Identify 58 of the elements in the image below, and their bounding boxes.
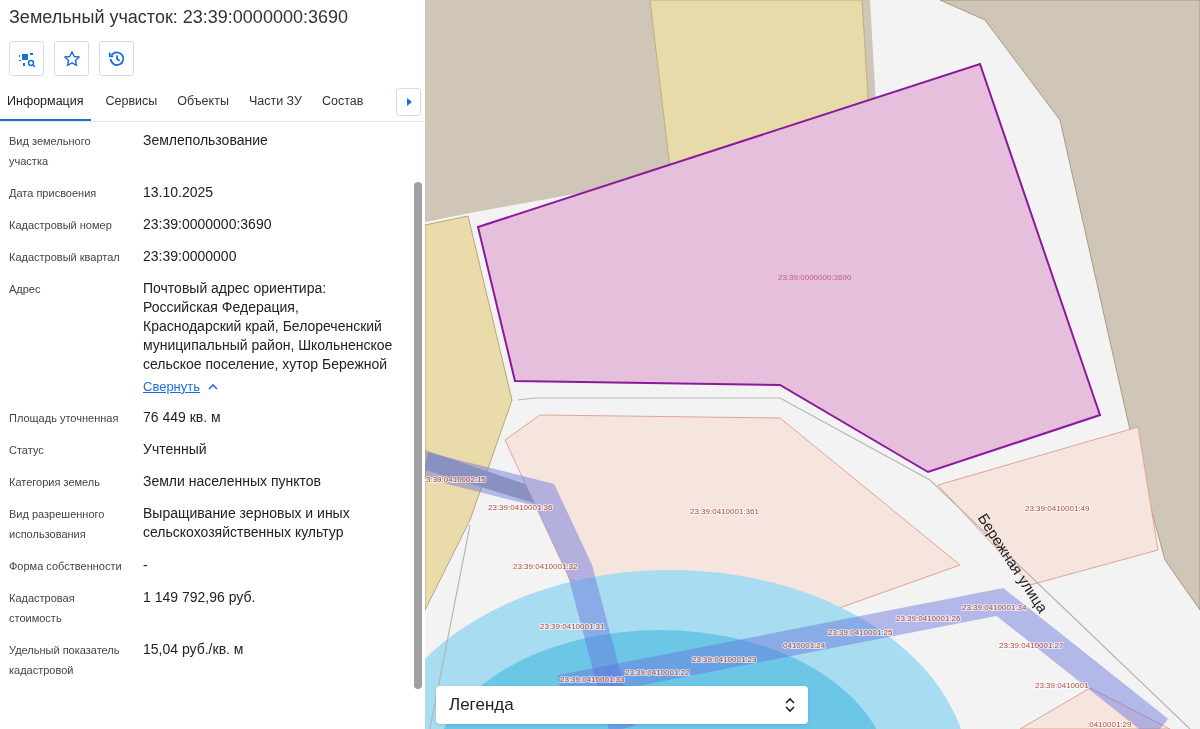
zoom-to-parcel-button[interactable] bbox=[9, 41, 44, 76]
collapse-link[interactable]: Свернуть bbox=[143, 376, 218, 397]
field-value: 15,04 руб./кв. м bbox=[143, 640, 244, 660]
field-value: 23:39:0000000 bbox=[143, 246, 237, 266]
field-value: Почтовый адрес ориентира: Российская Федерация, Краснодарский край, Белореченский муниципальный район, Школьненское сельское поселение, хутор Бережной bbox=[143, 278, 394, 374]
field-value: Земли населенных пунктов bbox=[143, 472, 322, 492]
parcel-number-label: 23:39:0410001:22 bbox=[625, 668, 690, 677]
field-label: Кадастровый квартал bbox=[9, 249, 121, 265]
parcel-number-label: 3:39:0410002:15 bbox=[426, 475, 487, 484]
parcel-number-label: 23:39:0410001 bbox=[1035, 681, 1089, 690]
parcel-number-label: 23:39:0410001:32 bbox=[513, 562, 578, 571]
parcel-number-label: 23:39:0410001:36 bbox=[488, 503, 553, 512]
tab[interactable]: Объекты bbox=[172, 90, 234, 121]
field-label: Удельный показатель кадастровой bbox=[9, 643, 121, 679]
history-icon bbox=[107, 49, 126, 68]
tab[interactable]: Сервисы bbox=[100, 90, 163, 121]
field-label: Адрес bbox=[9, 281, 42, 297]
field-value: Землепользование bbox=[143, 130, 268, 150]
parcel-number-label: 23:39:0410001:31 bbox=[540, 622, 605, 631]
favorite-button[interactable] bbox=[54, 41, 89, 76]
tab[interactable]: Информация bbox=[0, 90, 91, 121]
field-label: Статус bbox=[9, 443, 45, 459]
field-label: Вид разрешенного использования bbox=[9, 507, 106, 543]
tab[interactable]: Состав bbox=[317, 90, 369, 121]
field-label: Вид земельного участка bbox=[9, 133, 92, 169]
parcel-number-label: :0410001:29 bbox=[1087, 720, 1132, 729]
parcel-number-label: 23:39:0000000:3690 bbox=[778, 273, 852, 282]
parcel-number-label: 23:39:0410001:49 bbox=[1025, 504, 1090, 513]
star-icon bbox=[62, 49, 81, 68]
tab[interactable]: Части ЗУ bbox=[243, 90, 307, 121]
field-value: 76 449 кв. м bbox=[143, 408, 221, 428]
parcel-number-label: 0410001:24 bbox=[783, 641, 826, 650]
field-label: Дата присвоения bbox=[9, 185, 98, 201]
history-button[interactable] bbox=[99, 41, 134, 76]
legend-dropdown[interactable]: Легенда bbox=[436, 686, 808, 724]
caret-right-icon bbox=[405, 98, 412, 106]
field-label: Категория земель bbox=[9, 475, 101, 491]
field-value: Выращивание зерновых и иных сельскохозяйственных культур bbox=[143, 504, 351, 543]
caret-icon bbox=[208, 383, 218, 390]
parcel-number-label: 23:39:0410001:27 bbox=[999, 641, 1064, 650]
field-value: - bbox=[143, 556, 148, 576]
field-value: Учтенный bbox=[143, 440, 207, 460]
field-label: Кадастровая стоимость bbox=[9, 591, 76, 627]
field-value: 23:39:0000000:3690 bbox=[143, 214, 272, 234]
field-value: 1 149 792,96 руб. bbox=[143, 588, 256, 608]
field-label: Кадастровый номер bbox=[9, 217, 113, 233]
parcel-number-label: 23:39:0410001:33 bbox=[560, 675, 625, 684]
panel-title: Земельный участок: 23:39:0000000:3690 bbox=[8, 6, 348, 29]
parcel-number-label: 23:39:0410001:361 bbox=[690, 507, 759, 516]
field-label: Форма собственности bbox=[9, 559, 123, 575]
up-down-chevron-icon bbox=[785, 697, 795, 713]
field-value: 13.10.2025 bbox=[143, 182, 214, 202]
parcel-number-label: 23:39:0410001:25 bbox=[828, 628, 893, 637]
field-label: Площадь уточненная bbox=[9, 411, 120, 427]
scrollbar[interactable] bbox=[414, 181, 422, 689]
scroll-tabs-button[interactable] bbox=[396, 88, 421, 116]
parcel-number-label: 23:39:0410001:26 bbox=[896, 614, 961, 623]
parcel-number-label: 23:39:0410001:23 bbox=[692, 655, 757, 664]
